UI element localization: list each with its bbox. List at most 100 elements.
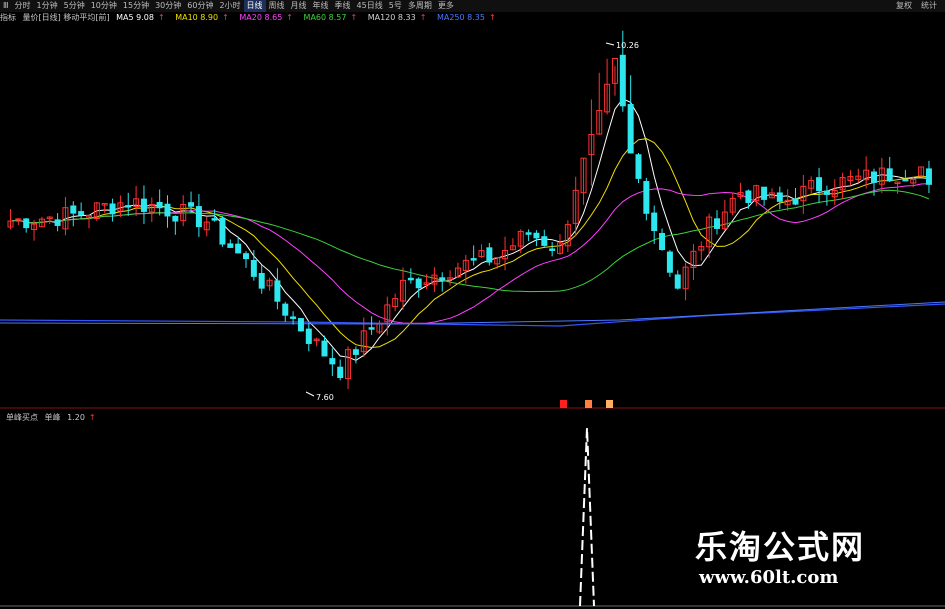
indicator-pane [579,427,595,607]
candle-body [195,206,202,228]
toolbar-item-7[interactable]: 60分钟 [184,0,216,12]
ma250-value: MA250 8.35 ↑ [436,13,496,22]
candle-body [188,202,195,207]
low-leader [305,391,315,397]
candle-body [816,177,823,191]
toolbar-item-14[interactable]: 45日线 [354,0,386,12]
indicator-name[interactable]: 单峰买点 [6,413,38,422]
indicator-prefix[interactable]: 指标 [0,12,16,24]
candle-body [290,316,297,319]
candle-body [235,243,242,254]
indicator-legend: 单峰买点 单峰 1.20 ↑ [6,412,104,424]
toolbar-item-2[interactable]: 1分钟 [34,0,61,12]
toolbar-item-9[interactable]: 日线 [243,0,266,12]
candle-body [925,168,932,185]
candle-body [352,349,359,355]
ma120-value: MA120 8.33 ↑ [367,13,427,22]
watermark-title: 乐淘公式网 [695,528,866,566]
candle-body [635,154,642,179]
candle-body [525,232,532,235]
indicator-spike [579,427,595,607]
candle-body [643,181,650,214]
candle-body [627,104,634,154]
ma5-value: MA5 9.08 ↑ [116,13,165,22]
ma20-line [10,183,929,324]
candle-body [274,280,281,302]
candle-body [125,205,132,208]
candle-body [886,168,893,182]
candle-body [666,251,673,273]
ma10-value: MA10 8.90 ↑ [175,13,229,22]
candle-body [871,171,877,183]
candle-body [282,303,289,316]
candle-body [164,203,171,217]
chart-canvas[interactable]: 10.26 7.60 [0,0,945,609]
candle-body [619,54,626,107]
signal-marker-1 [585,400,592,408]
toolbar-item-3[interactable]: 5分钟 [61,0,88,12]
candle-body [549,248,556,251]
candle-body [337,366,344,379]
period-toolbar: Ⅲ 分时 1分钟 5分钟 10分钟 15分钟 30分钟 60分钟 2小时 日线 周线 月线 年线 季线 45… [0,0,945,12]
toolbar-item-17[interactable]: 更多 [435,0,457,12]
toolbar-item-1[interactable]: 分时 [12,0,34,12]
indicator-value: 1.20 ↑ [67,413,96,422]
toolbar-item-15[interactable]: 5号 [386,0,405,12]
moving-average-lines [0,98,945,361]
candle-body [156,201,163,209]
signal-marker-0 [560,400,567,408]
candle-body [243,253,249,260]
candle-body [761,186,768,200]
candle-body [219,217,226,245]
signal-markers [560,400,613,408]
candle-body [250,259,257,277]
candle-body [439,277,446,281]
candle-body [823,190,830,195]
candle-body [305,328,312,344]
candle-body [541,236,548,246]
candle-body [902,178,909,182]
toolbar-item-16[interactable]: 多周期 [405,0,435,12]
candle-body [211,218,218,221]
high-price-label: 10.26 [616,41,639,50]
candle-body [329,358,336,365]
candle-body [714,218,720,229]
candle-body [533,232,540,239]
high-leader [605,42,615,46]
candle-body [70,205,77,214]
candle-body [470,258,477,261]
toolbar-item-6[interactable]: 30分钟 [152,0,184,12]
candle-body [172,215,179,222]
candle-body [792,198,799,205]
candle-body [776,192,783,202]
toolbar-item-13[interactable]: 季线 [332,0,354,12]
toolbar-item-11[interactable]: 月线 [288,0,310,12]
ma10-line [10,138,929,349]
candle-body [78,211,85,216]
candle-body [659,232,666,251]
toolbar-right-0[interactable]: 复权 [893,0,915,12]
toolbar-right-1[interactable]: 统计 [918,0,940,12]
toolbar-item-10[interactable]: 周线 [266,0,288,12]
ma-legend-bar: 指标 量价[日线] 移动平均[前] MA5 9.08 ↑ MA10 8.90 ↑ M… [0,12,945,24]
candle-body [109,203,116,215]
watermark: 乐淘公式网 www.60lt.com [695,528,915,590]
toolbar-item-12[interactable]: 年线 [310,0,332,12]
candle-body [745,190,752,203]
candle-body [23,218,30,229]
candle-body [54,219,61,226]
watermark-url: www.60lt.com [699,567,839,588]
toolbar-item-0[interactable]: Ⅲ [0,0,12,12]
toolbar-item-8[interactable]: 2小时 [216,0,243,12]
candle-body [415,278,422,289]
toolbar-item-5[interactable]: 15分钟 [120,0,152,12]
candle-body [321,340,328,357]
candle-body [140,198,147,212]
candle-body [368,327,375,330]
formula-name[interactable]: 量价[日线] 移动平均[前] [23,12,110,24]
candle-body [674,274,681,289]
toolbar-item-4[interactable]: 10分钟 [88,0,120,12]
indicator-label: 单峰 [44,413,61,422]
signal-marker-2 [606,400,613,408]
candle-body [407,277,414,281]
